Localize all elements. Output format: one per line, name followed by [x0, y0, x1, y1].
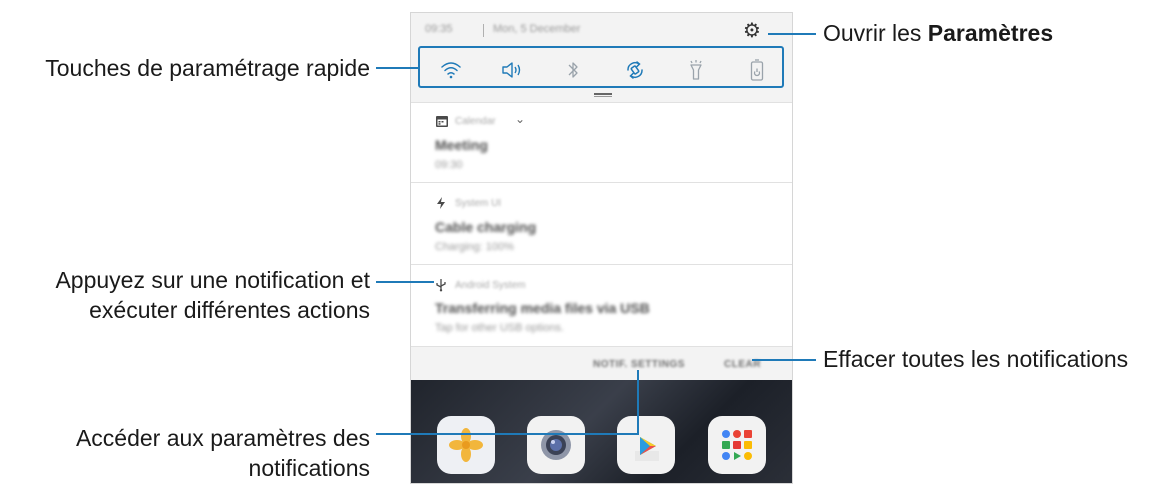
notification-subtitle: Charging: 100% [435, 241, 514, 253]
notification-subtitle: 09:30 [435, 159, 463, 171]
open-settings-bold: Paramètres [927, 20, 1054, 46]
home-screen [411, 380, 792, 483]
quick-settings-caption: Touches de paramétrage rapide [45, 55, 370, 81]
drag-handle[interactable] [594, 93, 612, 95]
tap-notification-caption-line1: Appuyez sur une notification et [55, 267, 370, 293]
status-time: 09:35 [425, 23, 453, 35]
notification-app-name: Calendar [455, 116, 496, 127]
open-settings-caption: Ouvrir les Paramètres [823, 17, 1053, 49]
tap-notification-caption-line2: exécuter différentes actions [89, 297, 370, 323]
chevron-down-icon[interactable]: ⌄ [515, 112, 525, 126]
notification-title: Meeting [435, 137, 488, 153]
status-date: Mon, 5 December [493, 23, 581, 35]
notif-settings-leader [376, 433, 639, 435]
notification-card[interactable]: Calendar ⌄ Meeting 09:30 [411, 102, 792, 182]
settings-leader [768, 33, 816, 35]
notification-actions: NOTIF. SETTINGS CLEAR [411, 346, 792, 380]
notif-settings-caption-line2: notifications [248, 455, 370, 481]
quick-settings-highlight [418, 46, 784, 88]
gear-icon[interactable]: ⚙ [742, 21, 762, 41]
notif-settings-caption-line1: Accéder aux paramètres des [75, 425, 370, 451]
drag-handle-line [594, 96, 612, 97]
open-settings-prefix: Ouvrir les [823, 20, 928, 46]
clear-leader [752, 359, 816, 361]
notification-card[interactable]: Android System Transferring media files … [411, 264, 792, 346]
notification-app-name: Android System [455, 280, 526, 291]
notif-settings-leader-vertical [637, 370, 639, 435]
notification-subtitle: Tap for other USB options. [435, 322, 565, 334]
quick-settings-leader [376, 67, 418, 69]
clear-all-caption: Effacer toutes les notifications [823, 346, 1129, 372]
notification-card[interactable]: System UI Cable charging Charging: 100% [411, 182, 792, 264]
notif-settings-button[interactable]: NOTIF. SETTINGS [593, 359, 685, 370]
status-bar: 09:35 Mon, 5 December ⚙ [411, 13, 792, 49]
notification-title: Transferring media files via USB [435, 300, 650, 316]
google-folder-icon[interactable] [708, 416, 766, 474]
notification-title: Cable charging [435, 219, 537, 235]
play-store-app-icon[interactable] [617, 416, 675, 474]
camera-app-icon[interactable] [527, 416, 585, 474]
calendar-icon [435, 114, 449, 128]
gallery-app-icon[interactable] [437, 416, 495, 474]
notification-app-name: System UI [455, 198, 502, 209]
usb-icon [435, 278, 449, 292]
lightning-icon [435, 196, 449, 210]
tap-notification-leader [376, 281, 434, 283]
status-separator [483, 24, 484, 37]
